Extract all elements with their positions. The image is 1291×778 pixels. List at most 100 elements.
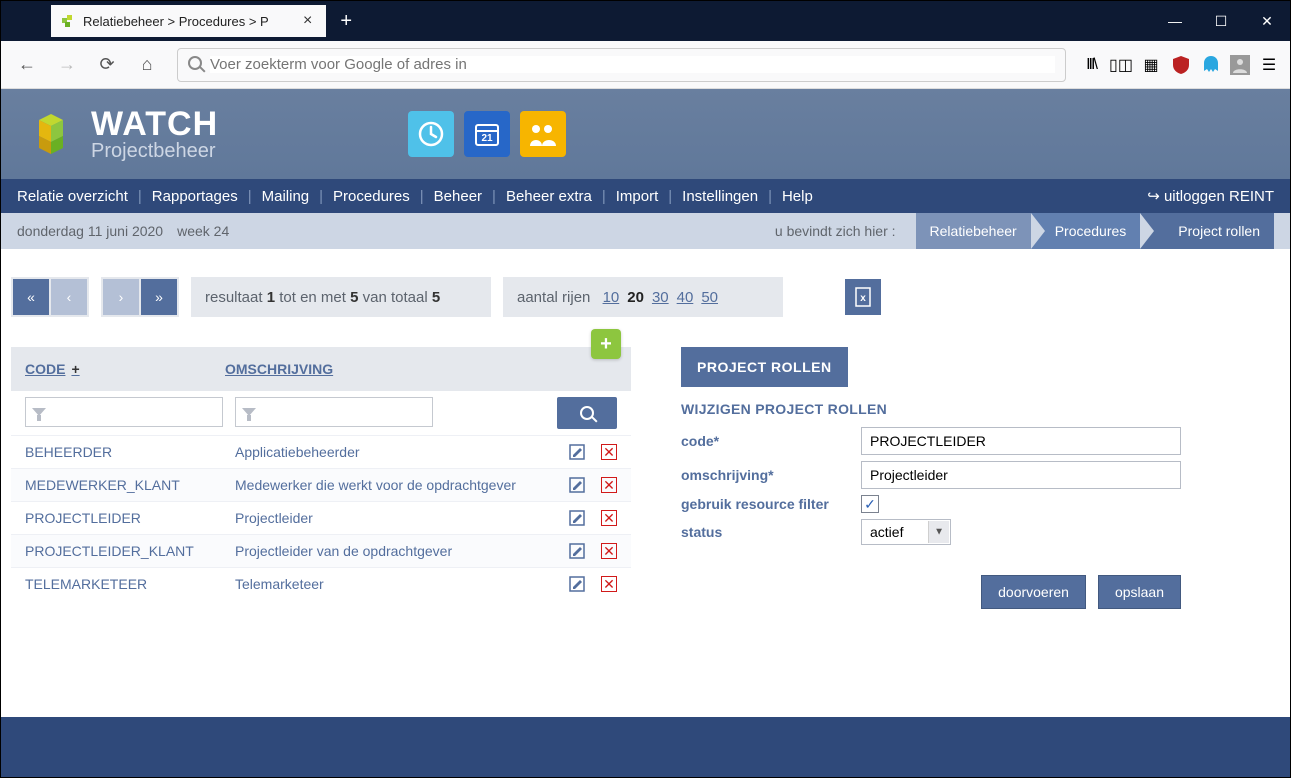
funnel-icon (242, 408, 256, 416)
rows-30[interactable]: 30 (652, 289, 669, 306)
pager-prev[interactable]: ‹ (51, 279, 87, 315)
rows-50[interactable]: 50 (701, 289, 718, 306)
label-filter: gebruik resource filter (681, 496, 861, 512)
nav-procedures[interactable]: Procedures (333, 188, 410, 205)
breadcrumb-bar: donderdag 11 juni 2020 week 24 u bevindt… (1, 213, 1290, 249)
page-footer (1, 717, 1290, 777)
qr-icon[interactable]: ▦ (1140, 54, 1162, 76)
main-nav: Relatie overzicht| Rapportages| Mailing|… (1, 179, 1290, 213)
delete-icon[interactable]: ✕ (601, 543, 617, 559)
th-code[interactable]: CODE+ (25, 361, 225, 377)
account-icon[interactable] (1230, 55, 1250, 75)
panel-title: PROJECT ROLLEN (681, 347, 848, 387)
app-logo: WATCH Projectbeheer (21, 104, 218, 164)
title-bar: Relatiebeheer > Procedures > P × + — ☐ ✕ (1, 1, 1290, 41)
nav-beheer-extra[interactable]: Beheer extra (506, 188, 592, 205)
rows-20[interactable]: 20 (627, 289, 644, 306)
people-tile[interactable] (520, 111, 566, 157)
reader-icon[interactable]: ▯◫ (1110, 54, 1132, 76)
back-button[interactable]: ← (11, 49, 43, 81)
logout-link[interactable]: ↪ uitloggen REINT (1147, 187, 1274, 205)
nav-relatie-overzicht[interactable]: Relatie overzicht (17, 188, 128, 205)
search-button[interactable] (557, 397, 617, 429)
nav-help[interactable]: Help (782, 188, 813, 205)
table-row: PROJECTLEIDER Projectleider ✕ (11, 501, 631, 534)
ublock-icon[interactable] (1170, 54, 1192, 76)
cell-code: PROJECTLEIDER (25, 510, 235, 526)
home-button[interactable]: ⌂ (131, 49, 163, 81)
menu-button[interactable]: ☰ (1258, 54, 1280, 76)
nav-import[interactable]: Import (616, 188, 659, 205)
select-status[interactable]: actief ▼ (861, 519, 951, 545)
browser-tab[interactable]: Relatiebeheer > Procedures > P × (51, 5, 326, 37)
crumb-3[interactable]: Project rollen (1140, 213, 1274, 249)
sort-icon: + (71, 361, 79, 377)
logo-text-2: Projectbeheer (91, 141, 218, 161)
crumb-2[interactable]: Procedures (1031, 213, 1141, 249)
apply-button[interactable]: doorvoeren (981, 575, 1086, 609)
cell-code: PROJECTLEIDER_KLANT (25, 543, 235, 559)
forward-button[interactable]: → (51, 49, 83, 81)
funnel-icon (32, 408, 46, 416)
th-desc[interactable]: OMSCHRIJVING (225, 361, 617, 377)
nav-mailing[interactable]: Mailing (262, 188, 310, 205)
nav-beheer[interactable]: Beheer (434, 188, 482, 205)
table-row: MEDEWERKER_KLANT Medewerker die werkt vo… (11, 468, 631, 501)
logout-icon: ↪ (1147, 188, 1160, 205)
cell-desc: Telemarketeer (235, 576, 569, 592)
pager-next[interactable]: › (103, 279, 139, 315)
rows-10[interactable]: 10 (603, 289, 620, 306)
delete-icon[interactable]: ✕ (601, 576, 617, 592)
form-heading: WIJZIGEN PROJECT ROLLEN (681, 401, 1181, 417)
table-row: PROJECTLEIDER_KLANT Projectleider van de… (11, 534, 631, 567)
edit-icon[interactable] (569, 576, 585, 592)
tab-favicon-icon (61, 13, 77, 29)
chevron-down-icon: ▼ (934, 527, 944, 538)
calendar-tile[interactable]: 21 (464, 111, 510, 157)
file-export-icon: x (854, 287, 872, 307)
add-button[interactable]: + (591, 329, 621, 359)
address-bar[interactable] (177, 48, 1066, 82)
close-icon[interactable]: × (299, 12, 316, 30)
pager-first[interactable]: « (13, 279, 49, 315)
address-input[interactable] (210, 56, 1055, 73)
nav-rapportages[interactable]: Rapportages (152, 188, 238, 205)
filter-code-input[interactable] (25, 397, 223, 427)
maximize-button[interactable]: ☐ (1198, 1, 1244, 41)
input-desc[interactable] (861, 461, 1181, 489)
pager-last[interactable]: » (141, 279, 177, 315)
save-button[interactable]: opslaan (1098, 575, 1181, 609)
export-button[interactable]: x (845, 279, 881, 315)
minimize-button[interactable]: — (1152, 1, 1198, 41)
edit-icon[interactable] (569, 444, 585, 460)
library-icon[interactable]: III\ (1080, 54, 1102, 76)
cell-code: MEDEWERKER_KLANT (25, 477, 235, 493)
cell-desc: Medewerker die werkt voor de opdrachtgev… (235, 477, 569, 493)
app-header: WATCH Projectbeheer 21 (1, 89, 1290, 179)
close-window-button[interactable]: ✕ (1244, 1, 1290, 41)
edit-icon[interactable] (569, 477, 585, 493)
nav-instellingen[interactable]: Instellingen (682, 188, 758, 205)
label-status: status (681, 524, 861, 540)
filter-desc-input[interactable] (235, 397, 433, 427)
checkbox-filter[interactable]: ✓ (861, 495, 879, 513)
edit-icon[interactable] (569, 510, 585, 526)
delete-icon[interactable]: ✕ (601, 510, 617, 526)
week-label: week 24 (177, 223, 229, 239)
svg-text:x: x (860, 293, 866, 304)
new-tab-button[interactable]: + (340, 10, 352, 33)
input-code[interactable] (861, 427, 1181, 455)
logo-icon (21, 104, 81, 164)
search-icon (580, 406, 594, 420)
edit-icon[interactable] (569, 543, 585, 559)
rows-40[interactable]: 40 (677, 289, 694, 306)
cell-code: TELEMARKETEER (25, 576, 235, 592)
clock-tile[interactable] (408, 111, 454, 157)
ghostery-icon[interactable] (1200, 54, 1222, 76)
table-row: TELEMARKETEER Telemarketeer ✕ (11, 567, 631, 600)
delete-icon[interactable]: ✕ (601, 444, 617, 460)
date-label: donderdag 11 juni 2020 (17, 223, 163, 239)
crumb-1[interactable]: Relatiebeheer (916, 213, 1031, 249)
delete-icon[interactable]: ✕ (601, 477, 617, 493)
reload-button[interactable]: ⟳ (91, 49, 123, 81)
